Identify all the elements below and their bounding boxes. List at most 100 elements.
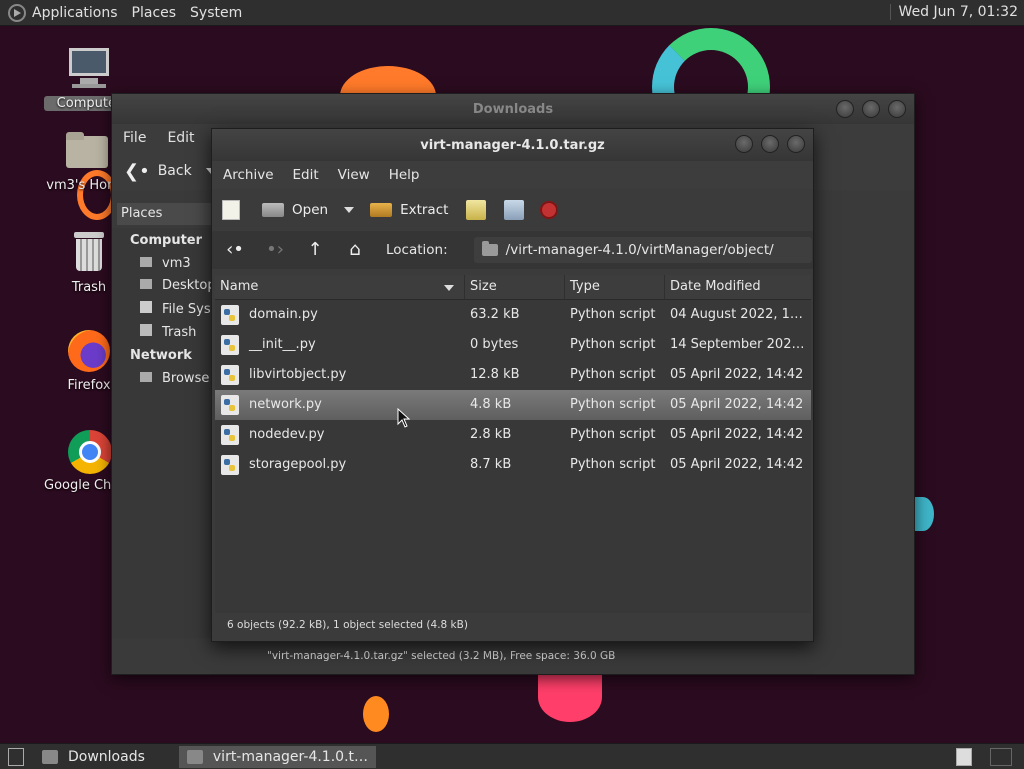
workspace-1[interactable] [956, 748, 972, 766]
menu-view[interactable]: View [338, 167, 370, 183]
workspace-switcher[interactable] [956, 748, 1016, 766]
close-button[interactable] [888, 100, 906, 118]
menu-edit[interactable]: Edit [293, 167, 319, 183]
file-row[interactable]: nodedev.py 2.8 kB Python script 05 April 20… [215, 420, 811, 450]
show-desktop-icon[interactable] [8, 747, 24, 766]
file-row[interactable]: network.py 4.8 kB Python script 05 April 20… [215, 390, 811, 420]
home-icon [140, 257, 152, 267]
sidebar-item-vm3[interactable]: vm3 [140, 256, 191, 271]
file-size-cell: 63.2 kB [470, 307, 520, 322]
distro-logo-icon[interactable] [8, 3, 26, 22]
window-title: virt-manager-4.1.0.tar.gz [420, 137, 605, 153]
bg-pink-blob [538, 672, 602, 722]
new-document-icon [222, 200, 240, 220]
menu-places[interactable]: Places [132, 5, 177, 21]
menu-archive[interactable]: Archive [223, 167, 274, 183]
menu-system[interactable]: System [190, 5, 242, 21]
column-header-type[interactable]: Type [565, 275, 665, 299]
location-path: /virt-manager-4.1.0/virtManager/object/ [505, 242, 774, 258]
home-icon[interactable]: ⌂ [344, 240, 366, 260]
places-header[interactable]: Places [117, 203, 217, 225]
column-header-date[interactable]: Date Modified [665, 275, 811, 299]
python-file-icon [221, 305, 239, 325]
new-archive-button[interactable] [222, 200, 248, 220]
archive-statusbar: 6 objects (92.2 kB), 1 object selected (… [227, 619, 468, 631]
archive-toolbar: Open Extract [212, 189, 813, 231]
workspace-2[interactable] [990, 748, 1012, 766]
menu-help[interactable]: Help [389, 167, 420, 183]
stop-icon [540, 201, 559, 219]
up-arrow-icon[interactable]: ↑ [304, 240, 326, 260]
add-files-button[interactable] [466, 200, 494, 220]
window-title: Downloads [472, 101, 554, 117]
sidebar-item-desktop[interactable]: Desktop [140, 278, 216, 293]
sidebar-item-trash[interactable]: Trash [140, 324, 196, 340]
trash-icon [140, 324, 152, 336]
file-size-cell: 12.8 kB [470, 367, 520, 382]
back-arrow-icon[interactable]: ‹• [224, 240, 246, 260]
clock[interactable]: Wed Jun 7, 01:32 [889, 4, 1018, 20]
firefox-icon [66, 328, 112, 374]
python-file-icon [221, 365, 239, 385]
file-name-cell: domain.py [215, 300, 465, 330]
file-type-cell: Python script [570, 307, 656, 322]
stop-button[interactable] [540, 201, 566, 219]
column-header-size[interactable]: Size [465, 275, 565, 299]
taskbar-item-downloads[interactable]: Downloads [34, 746, 153, 768]
folder-icon [481, 241, 498, 256]
file-list[interactable]: Name Size Type Date Modified domain.py 63… [215, 275, 811, 613]
open-dropdown-icon[interactable] [344, 207, 355, 213]
file-name-cell: libvirtobject.py [215, 360, 465, 390]
drawer-icon [262, 203, 284, 217]
downloads-titlebar[interactable]: Downloads [112, 94, 914, 124]
archive-titlebar[interactable]: virt-manager-4.1.0.tar.gz [212, 129, 813, 161]
file-row[interactable]: storagepool.py 8.7 kB Python script 05 Apri… [215, 450, 811, 480]
location-label: Location: [386, 242, 448, 258]
archive-icon [186, 749, 203, 764]
add-files-icon [466, 200, 487, 220]
menu-edit[interactable]: Edit [167, 130, 194, 146]
trash-icon [66, 230, 112, 276]
menu-file[interactable]: File [123, 130, 146, 146]
taskbar-item-archive[interactable]: virt-manager-4.1.0.t… [178, 745, 377, 768]
file-date-cell: 05 April 2022, 14:42 [670, 427, 804, 442]
python-file-icon [221, 395, 239, 415]
back-arrow-icon[interactable]: ❮• [124, 161, 150, 182]
file-type-cell: Python script [570, 427, 656, 442]
location-bar: ‹• •› ↑ ⌂ Location: /virt-manager-4.1.0/… [212, 231, 813, 269]
bg-teal-dot [912, 497, 934, 531]
open-button[interactable]: Open [262, 202, 328, 218]
file-date-cell: 14 September 2020, … [670, 337, 811, 352]
minimize-button[interactable] [836, 100, 854, 118]
location-field[interactable]: /virt-manager-4.1.0/virtManager/object/ [473, 237, 812, 263]
file-date-cell: 05 April 2022, 14:42 [670, 367, 804, 382]
python-file-icon [221, 335, 239, 355]
drive-icon [140, 301, 152, 313]
menu-applications[interactable]: Applications [32, 5, 118, 21]
folder-icon [42, 749, 58, 764]
maximize-button[interactable] [761, 135, 779, 153]
extract-button[interactable]: Extract [370, 202, 448, 218]
sidebar-header-network: Network [130, 348, 192, 363]
column-header-name[interactable]: Name [215, 275, 465, 299]
file-size-cell: 4.8 kB [470, 397, 512, 412]
file-row[interactable]: __init__.py 0 bytes Python script 14 Septem… [215, 330, 811, 360]
file-name-cell: __init__.py [215, 330, 465, 360]
file-date-cell: 05 April 2022, 14:42 [670, 397, 804, 412]
extract-box-icon [370, 203, 393, 217]
back-button[interactable]: Back [158, 163, 192, 179]
file-size-cell: 8.7 kB [470, 457, 512, 472]
archive-window[interactable]: virt-manager-4.1.0.tar.gz Archive Edit V… [211, 128, 814, 642]
close-button[interactable] [787, 135, 805, 153]
file-name-cell: nodedev.py [215, 420, 465, 450]
file-row[interactable]: libvirtobject.py 12.8 kB Python script 05 A… [215, 360, 811, 390]
file-date-cell: 05 April 2022, 14:42 [670, 457, 804, 472]
sort-descending-icon [444, 285, 454, 291]
forward-arrow-icon[interactable]: •› [264, 240, 286, 260]
python-file-icon [221, 455, 239, 475]
minimize-button[interactable] [735, 135, 753, 153]
add-folder-button[interactable] [504, 200, 532, 220]
places-sidebar: Computer vm3 Desktop File System Trash N… [112, 228, 268, 638]
maximize-button[interactable] [862, 100, 880, 118]
file-row[interactable]: domain.py 63.2 kB Python script 04 August 2… [215, 300, 811, 330]
